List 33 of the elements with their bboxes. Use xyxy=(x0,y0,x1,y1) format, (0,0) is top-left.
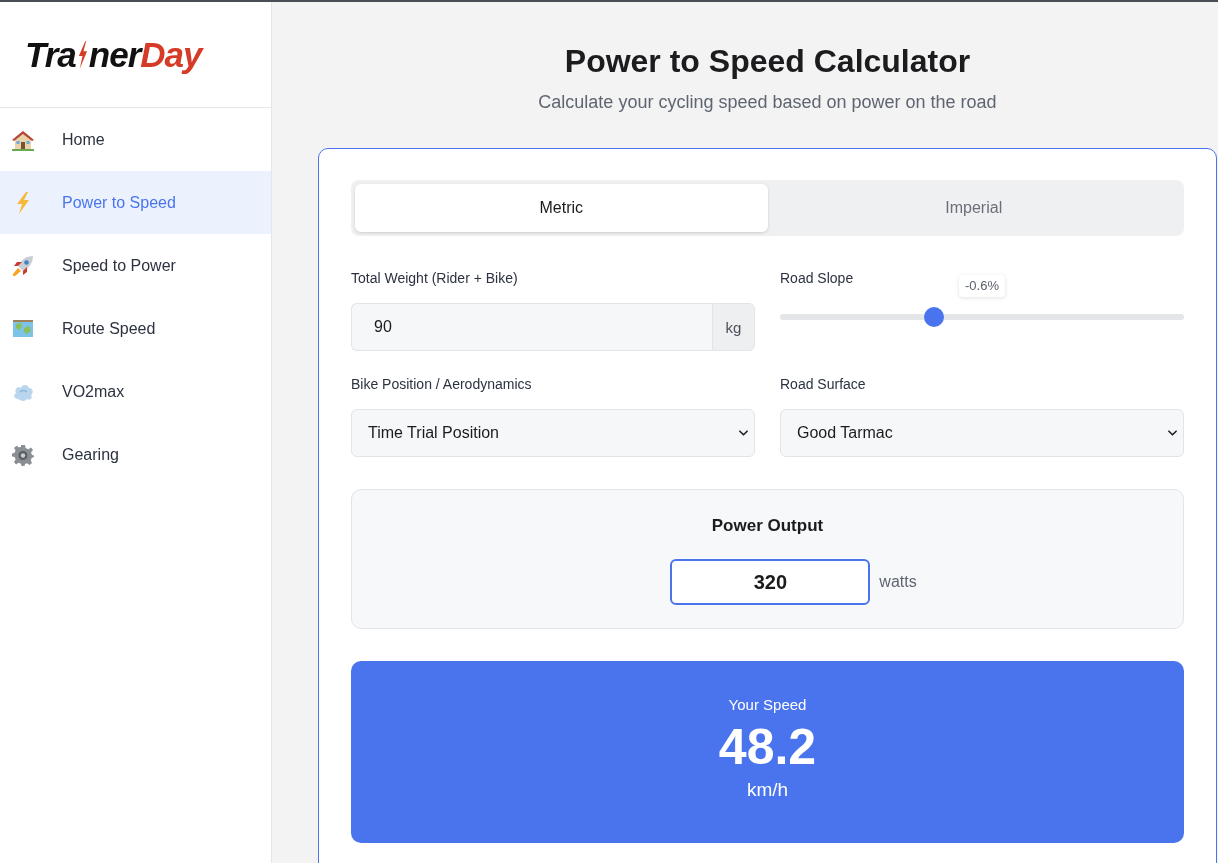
rocket-icon xyxy=(12,254,34,277)
slider-value-tooltip: -0.6% xyxy=(959,275,1005,297)
page-title: Power to Speed Calculator xyxy=(564,42,971,80)
dropdown[interactable]: Good Tarmac xyxy=(780,409,1184,457)
house-icon xyxy=(12,128,34,151)
chevron-down-icon xyxy=(1168,430,1177,436)
sidebar-item[interactable]: Speed to Power xyxy=(0,234,271,297)
dropdown[interactable]: Time Trial Position xyxy=(351,409,755,457)
logo[interactable]: Tra nerDay xyxy=(25,37,202,72)
sidebar-item[interactable]: Gearing xyxy=(0,423,271,486)
unit-tab[interactable]: Metric xyxy=(355,184,768,232)
speed-value: 48.2 xyxy=(718,719,817,775)
weight-input[interactable]: 90 xyxy=(351,303,712,351)
field-label: Road Slope xyxy=(780,269,855,287)
sidebar-item[interactable]: VO2max xyxy=(0,360,271,423)
power-output-label: Power Output xyxy=(711,515,824,537)
sidebar-item[interactable]: Home xyxy=(0,108,271,171)
map-icon xyxy=(12,317,34,340)
power-input[interactable]: 320 xyxy=(670,559,871,605)
unit-label: watts xyxy=(879,573,917,591)
sidebar-item[interactable]: Power to Speed xyxy=(0,171,271,234)
chevron-down-icon xyxy=(739,430,748,436)
unit-tab[interactable]: Imperial xyxy=(767,184,1180,232)
field-label: Total Weight (Rider + Bike) xyxy=(351,269,518,287)
gear-icon xyxy=(12,443,34,466)
unit-label: kg xyxy=(712,303,755,351)
slider-thumb[interactable] xyxy=(923,307,944,327)
field-label: Road Surface xyxy=(780,375,866,393)
result-label: Your Speed xyxy=(728,695,807,715)
speed-unit: km/h xyxy=(746,778,789,802)
sidebar-item[interactable]: Route Speed xyxy=(0,297,271,360)
page-subtitle: Calculate your cycling speed based on power on the road xyxy=(538,91,997,114)
field-label: Bike Position / Aerodynamics xyxy=(351,375,532,393)
